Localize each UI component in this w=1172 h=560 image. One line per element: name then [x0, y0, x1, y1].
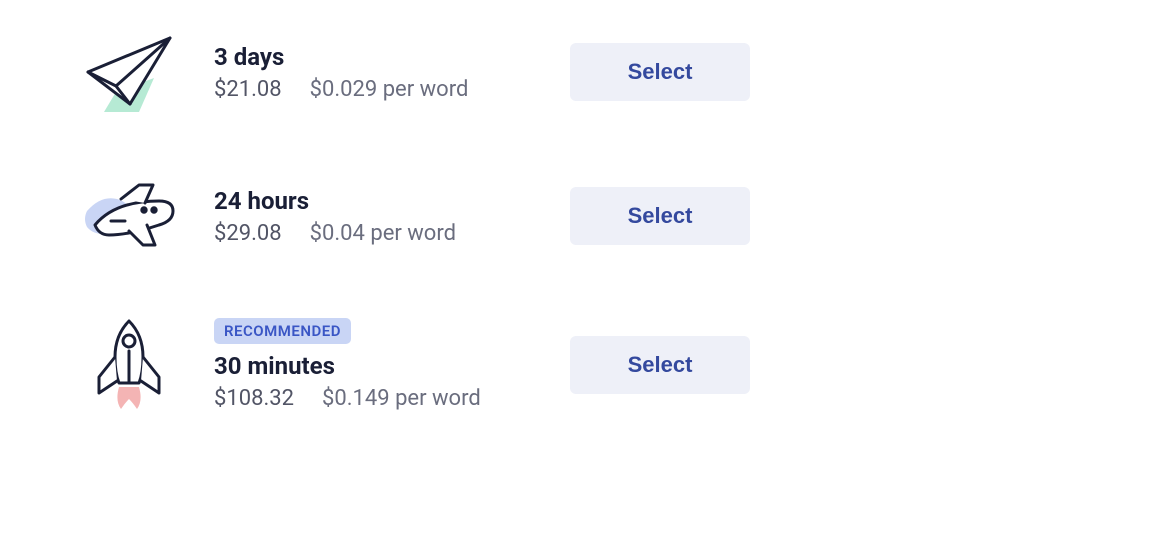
select-button[interactable]: Select: [570, 43, 750, 101]
option-total-price: $29.08: [214, 221, 282, 246]
option-info: RECOMMENDED 30 minutes $108.32 $0.149 pe…: [214, 318, 550, 411]
pricing-options: 3 days $21.08 $0.029 per word Select: [0, 0, 750, 411]
option-per-word-price: $0.149 per word: [322, 386, 481, 411]
pricing-option-3days: 3 days $21.08 $0.029 per word Select: [80, 30, 750, 114]
option-per-word-price: $0.04 per word: [310, 221, 456, 246]
option-price-row: $21.08 $0.029 per word: [214, 77, 550, 102]
option-duration: 24 hours: [214, 187, 550, 215]
pricing-option-24hours: 24 hours $29.08 $0.04 per word Select: [80, 174, 750, 258]
recommended-badge: RECOMMENDED: [214, 318, 351, 344]
option-per-word-price: $0.029 per word: [310, 77, 469, 102]
option-info: 24 hours $29.08 $0.04 per word: [214, 187, 550, 246]
option-info: 3 days $21.08 $0.029 per word: [214, 43, 550, 102]
pricing-option-30minutes: RECOMMENDED 30 minutes $108.32 $0.149 pe…: [80, 318, 750, 411]
paper-airplane-icon: [80, 30, 178, 114]
option-price-row: $29.08 $0.04 per word: [214, 221, 550, 246]
airplane-icon: [80, 174, 178, 258]
option-price-row: $108.32 $0.149 per word: [214, 386, 550, 411]
option-duration: 30 minutes: [214, 352, 550, 380]
rocket-icon: [80, 323, 178, 407]
option-total-price: $108.32: [214, 386, 294, 411]
option-total-price: $21.08: [214, 77, 282, 102]
select-button[interactable]: Select: [570, 336, 750, 394]
select-button[interactable]: Select: [570, 187, 750, 245]
option-duration: 3 days: [214, 43, 550, 71]
